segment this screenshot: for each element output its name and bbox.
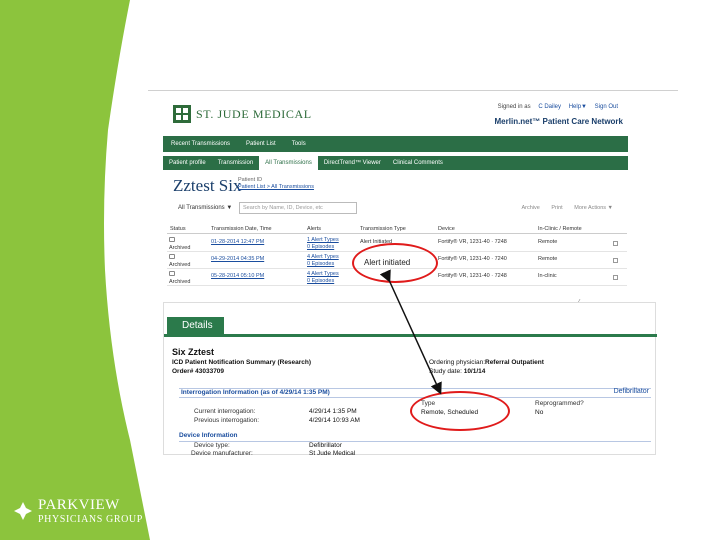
user-link[interactable]: C Dailey — [538, 104, 561, 110]
details-tab[interactable]: Details — [167, 317, 224, 335]
table-header: Status Transmission Date, Time Alerts Tr… — [167, 225, 627, 234]
details-screenshot: Details Six Zztest ICD Patient Notificat… — [163, 302, 657, 457]
patient-meta: Patient ID Patient List > All Transmissi… — [238, 177, 314, 191]
col-mode[interactable]: In-Clinic / Remote — [538, 226, 582, 232]
row-status: Archived — [169, 254, 190, 269]
ordering-block: Ordering physician:Referral Outpatient S… — [429, 358, 544, 376]
manufacturer-value: St Jude Medical — [309, 450, 356, 457]
col-alerts[interactable]: Alerts — [307, 226, 321, 232]
nav-recent-transmissions[interactable]: Recent Transmissions — [171, 141, 230, 147]
row-mode: In-clinic — [538, 273, 557, 279]
row-checkbox[interactable] — [613, 241, 618, 246]
signed-in-label: Signed in as — [497, 104, 531, 110]
details-tab-underline — [164, 334, 657, 337]
top-nav: Recent Transmissions Patient List Tools — [163, 136, 628, 152]
merlin-product-title: Merlin.net™ Patient Care Network — [494, 117, 623, 126]
reprogrammed-value: No — [535, 409, 544, 416]
parkview-mark-icon — [14, 502, 32, 520]
nav-tools[interactable]: Tools — [292, 141, 306, 147]
col-type[interactable]: Transmission Type — [360, 226, 406, 232]
previous-interrogation-label: Previous interrogation: — [194, 417, 260, 424]
interrogation-section-header: Interrogation Information (as of 4/29/14… — [179, 388, 651, 398]
patient-name: Zztest Six — [173, 176, 242, 195]
row-status: Archived — [169, 271, 190, 286]
row-status: Archived — [169, 237, 190, 252]
report-title: ICD Patient Notification Summary (Resear… — [172, 359, 312, 366]
logo-line2: PHYSICIANS GROUP — [38, 514, 143, 525]
user-bar: Signed in as C Dailey Help▼ Sign Out — [492, 104, 618, 110]
col-status[interactable]: Status — [170, 226, 186, 232]
row-date[interactable]: 01-28-2014 12:47 PM — [211, 239, 264, 245]
archive-button[interactable]: Archive — [522, 205, 540, 211]
row-date[interactable]: 05-28-2014 05:10 PM — [211, 273, 264, 279]
transmission-filter-dropdown[interactable]: All Transmissions ▼ — [178, 205, 232, 211]
col-device[interactable]: Device — [438, 226, 455, 232]
archive-icon — [169, 254, 175, 259]
highlight-ellipse-alert — [352, 243, 438, 283]
tab-patient-profile[interactable]: Patient profile — [163, 156, 212, 170]
row-mode: Remote — [538, 256, 558, 262]
defibrillator-label: Defibrillator — [613, 388, 649, 395]
archive-icon — [169, 271, 175, 276]
st-jude-grid-icon — [173, 105, 191, 123]
sign-out-link[interactable]: Sign Out — [595, 104, 618, 110]
patient-id-label: Patient ID — [238, 177, 263, 183]
order-number: Order# 43033709 — [172, 368, 225, 375]
row-checkbox[interactable] — [613, 258, 618, 263]
highlight-ellipse-type — [410, 391, 510, 431]
tab-directtrend-viewer[interactable]: DirectTrend™ Viewer — [318, 156, 387, 170]
device-type-value: Defibrillator — [309, 442, 342, 449]
row-device: Fortify® VR, 1231-40 · 7248 — [438, 239, 507, 245]
ordering-label: Ordering physician: — [429, 359, 485, 366]
row-alerts[interactable]: 4 Alert Types 0 Episodes — [307, 271, 339, 285]
nav-patient-list[interactable]: Patient List — [246, 141, 276, 147]
reprogrammed-label: Reprogrammed? — [535, 400, 584, 407]
row-alerts[interactable]: 1 Alert Types 0 Episodes — [307, 237, 339, 251]
row-alerts[interactable]: 4 Alert Types 0 Episodes — [307, 254, 339, 268]
ordering-value: Referral Outpatient — [485, 359, 544, 366]
search-input[interactable]: Search by Name, ID, Device, etc — [239, 202, 357, 214]
st-jude-brand: ST. JUDE MEDICAL — [196, 106, 312, 121]
report-title-block: ICD Patient Notification Summary (Resear… — [172, 358, 311, 376]
breadcrumb[interactable]: Patient List > All Transmissions — [238, 184, 314, 191]
manufacturer-label: Device manufacturer: — [191, 450, 253, 457]
tab-all-transmissions[interactable]: All Transmissions — [259, 156, 318, 170]
previous-interrogation-value: 4/29/14 10:93 AM — [309, 417, 360, 424]
details-patient-name: Six Zztest — [172, 347, 215, 357]
row-date[interactable]: 04-29-2014 04:35 PM — [211, 256, 264, 262]
device-section-header: Device Information — [179, 432, 651, 442]
device-type-label: Device type: — [194, 442, 230, 449]
patient-nav: Patient profile Transmission All Transmi… — [163, 156, 628, 170]
archive-icon — [169, 237, 175, 242]
more-actions-menu[interactable]: More Actions ▼ — [574, 205, 613, 211]
print-button[interactable]: Print — [551, 205, 562, 211]
help-menu[interactable]: Help▼ — [569, 104, 587, 110]
logo-line1: PARKVIEW — [38, 497, 120, 513]
tab-clinical-comments[interactable]: Clinical Comments — [387, 156, 449, 170]
parkview-logo: PARKVIEW PHYSICIANS GROUP — [14, 496, 164, 536]
current-interrogation-value: 4/29/14 1:35 PM — [309, 408, 357, 415]
slide-side-band — [0, 0, 150, 540]
row-mode: Remote — [538, 239, 558, 245]
tab-transmission[interactable]: Transmission — [212, 156, 259, 170]
study-label: Study date: — [429, 368, 462, 375]
row-device: Fortify® VR, 1231-40 · 7248 — [438, 273, 507, 279]
current-interrogation-label: Current interrogation: — [194, 408, 256, 415]
col-date[interactable]: Transmission Date, Time — [211, 226, 272, 232]
row-device: Fortify® VR, 1231-40 · 7240 — [438, 256, 507, 262]
study-value: 10/1/14 — [463, 368, 486, 375]
table-toolbar: Archive Print More Actions ▼ — [512, 205, 613, 211]
row-checkbox[interactable] — [613, 275, 618, 280]
st-jude-logo: ST. JUDE MEDICAL — [173, 104, 312, 124]
